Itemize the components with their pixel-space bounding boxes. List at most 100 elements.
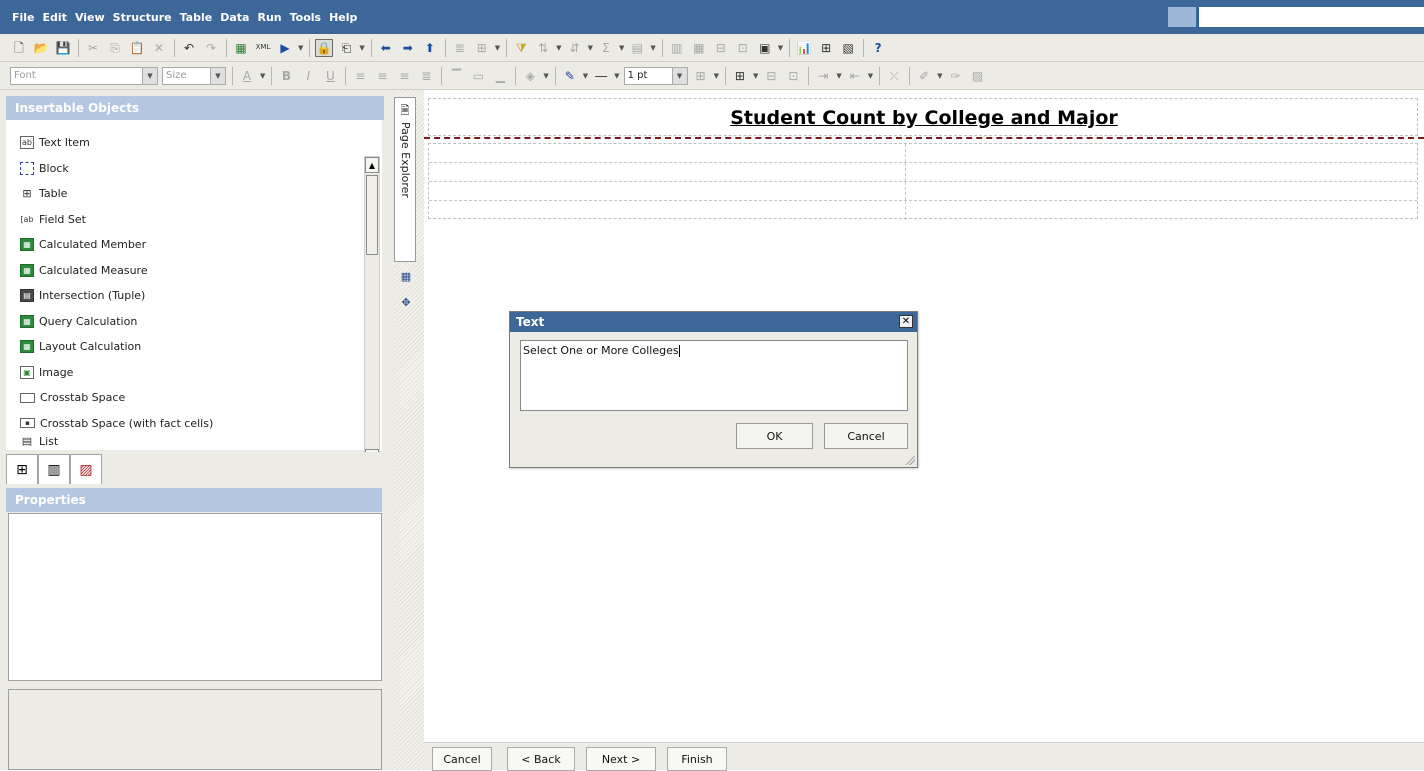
dialog-titlebar[interactable]: Text ✕ [510, 312, 917, 332]
summarize-icon[interactable]: Σ [597, 39, 615, 57]
pivot-icon[interactable]: ▦ [690, 39, 708, 57]
dialog-text-area[interactable]: Select One or More Colleges [520, 340, 908, 411]
chevron-down-icon[interactable]: ▼ [210, 67, 225, 84]
sort-alt-icon[interactable]: ⇵ [566, 39, 584, 57]
run-dropdown-icon[interactable]: ▼ [298, 44, 303, 52]
table-borders-dropdown-icon[interactable]: ▼ [753, 72, 758, 80]
drill-dropdown-icon[interactable]: ▼ [778, 44, 783, 52]
italic-icon[interactable]: I [299, 67, 317, 85]
menubar-search-field[interactable] [1198, 7, 1424, 27]
insertables-scrollbar[interactable]: ▲ ▼ [364, 156, 380, 466]
table-cell[interactable] [906, 163, 1417, 181]
valign-middle-icon[interactable]: ▭ [469, 67, 487, 85]
undo-icon[interactable]: ↶ [180, 39, 198, 57]
line-style-icon[interactable]: ― [592, 67, 610, 85]
font-combo[interactable]: Font ▼ [10, 66, 158, 85]
underline-icon[interactable]: U [321, 67, 339, 85]
table-cell[interactable] [429, 201, 906, 220]
insertable-calculated-member[interactable]: ▦ Calculated Member [6, 232, 382, 258]
merge-cells-icon[interactable]: ⊟ [762, 67, 780, 85]
report-properties-icon[interactable]: ▦ [232, 39, 250, 57]
run-report-icon[interactable]: ▶ [276, 39, 294, 57]
valign-top-icon[interactable]: ▔ [447, 67, 465, 85]
bold-icon[interactable]: B [277, 67, 295, 85]
resize-grip-icon[interactable] [905, 455, 915, 465]
pick-up-style-icon[interactable]: ✐ [915, 67, 933, 85]
menu-help[interactable]: Help [329, 11, 357, 24]
outdent-icon[interactable]: ⇤ [846, 67, 864, 85]
valign-bottom-icon[interactable]: ▁ [491, 67, 509, 85]
insertable-text-item[interactable]: ab Text Item [6, 130, 382, 156]
menu-data[interactable]: Data [220, 11, 249, 24]
cut-icon[interactable]: ✂ [84, 39, 102, 57]
border-color-dropdown-icon[interactable]: ▼ [583, 72, 588, 80]
sort-alt-dropdown-icon[interactable]: ▼ [588, 44, 593, 52]
filter-icon[interactable]: ⧩ [512, 39, 530, 57]
table-cell[interactable] [429, 163, 906, 181]
report-title[interactable]: Student Count by College and Major [429, 107, 1419, 129]
menu-view[interactable]: View [75, 11, 105, 24]
toolbox-tab-icon[interactable]: ▨ [70, 454, 102, 484]
insertable-field-set[interactable]: [ab Field Set [6, 207, 382, 233]
clear-format-icon[interactable]: ⤫ [885, 67, 903, 85]
table-cell[interactable] [906, 144, 1417, 162]
menu-file[interactable]: File [12, 11, 35, 24]
properties-pane[interactable] [8, 513, 382, 681]
up-arrow-icon[interactable]: ⬆ [421, 39, 439, 57]
menu-tools[interactable]: Tools [290, 11, 321, 24]
align-right-icon[interactable]: ≡ [395, 67, 413, 85]
pick-up-style-dropdown-icon[interactable]: ▼ [937, 72, 942, 80]
chart-type-dropdown-icon[interactable]: ▼ [650, 44, 655, 52]
align-left-icon[interactable]: ≡ [351, 67, 369, 85]
open-icon[interactable]: 📂 [32, 39, 50, 57]
delete-icon[interactable]: ✕ [150, 39, 168, 57]
group-icon[interactable]: ≣ [451, 39, 469, 57]
table-cell[interactable] [906, 182, 1417, 200]
insertable-table[interactable]: ⊞ Table [6, 181, 382, 207]
sort-icon[interactable]: ⇅ [534, 39, 552, 57]
border-color-icon[interactable]: ✎ [561, 67, 579, 85]
chart-type-icon[interactable]: ▤ [628, 39, 646, 57]
chevron-down-icon[interactable]: ▼ [142, 67, 157, 84]
insertable-query-calculation[interactable]: ▦ Query Calculation [6, 309, 382, 335]
wizard-next-button[interactable]: Next > [586, 747, 656, 771]
insertable-crosstab-space-fact[interactable]: ▪ Crosstab Space (with fact cells) [6, 411, 382, 437]
help-icon[interactable]: ? [869, 39, 887, 57]
fill-color-icon[interactable]: ◈ [521, 67, 539, 85]
menu-edit[interactable]: Edit [43, 11, 67, 24]
insertable-image[interactable]: ▣ Image [6, 360, 382, 386]
insert-child-icon[interactable]: ⊡ [734, 39, 752, 57]
size-combo[interactable]: Size ▼ [162, 66, 226, 85]
insertable-crosstab-space[interactable]: Crosstab Space [6, 385, 382, 411]
condition-explorer-tab-icon[interactable]: ✥ [398, 296, 414, 312]
query-explorer-icon[interactable]: ▧ [839, 39, 857, 57]
conditional-style-icon[interactable]: ▨ [969, 67, 987, 85]
outdent-dropdown-icon[interactable]: ▼ [868, 72, 873, 80]
scroll-up-icon[interactable]: ▲ [365, 157, 379, 173]
xml-icon[interactable]: XML [254, 39, 272, 57]
apply-style-icon[interactable]: ✑ [947, 67, 965, 85]
page-layout-icon[interactable]: ⎗ [337, 39, 355, 57]
table-cell[interactable] [429, 182, 906, 200]
copy-icon[interactable]: ⎘ [106, 39, 124, 57]
wizard-back-button[interactable]: < Back [507, 747, 575, 771]
scroll-thumb[interactable] [366, 175, 378, 255]
summarize-dropdown-icon[interactable]: ▼ [619, 44, 624, 52]
swap-icon[interactable]: ⊟ [712, 39, 730, 57]
chevron-down-icon[interactable]: ▼ [671, 67, 687, 84]
borders-dropdown-icon[interactable]: ▼ [714, 72, 719, 80]
indent-icon[interactable]: ⇥ [814, 67, 832, 85]
sort-dropdown-icon[interactable]: ▼ [556, 44, 561, 52]
borders-icon[interactable]: ⊞ [692, 67, 710, 85]
line-style-dropdown-icon[interactable]: ▼ [614, 72, 619, 80]
hierarchy-dropdown-icon[interactable]: ▼ [495, 44, 500, 52]
justify-icon[interactable]: ≣ [417, 67, 435, 85]
forward-arrow-icon[interactable]: ➡ [399, 39, 417, 57]
indent-dropdown-icon[interactable]: ▼ [836, 72, 841, 80]
drill-icon[interactable]: ▣ [756, 39, 774, 57]
ok-button[interactable]: OK [736, 423, 813, 449]
layout-table[interactable] [428, 143, 1418, 220]
table-borders-icon[interactable]: ⊞ [731, 67, 749, 85]
fill-color-dropdown-icon[interactable]: ▼ [543, 72, 548, 80]
line-weight-combo[interactable]: 1 pt ▼ [623, 66, 688, 85]
